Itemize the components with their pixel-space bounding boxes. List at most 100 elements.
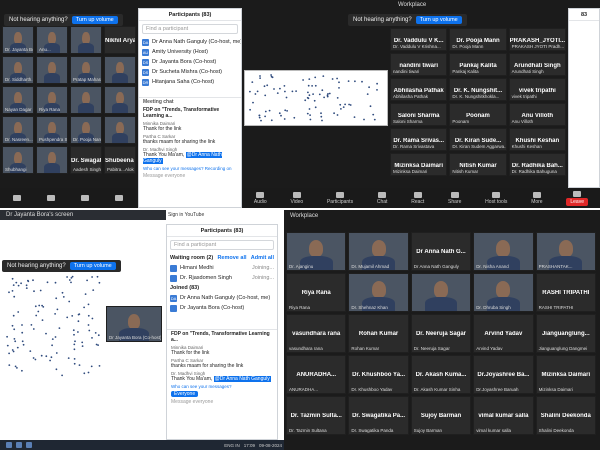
toolbar-chat-button[interactable]: Chat <box>377 191 387 205</box>
turn-up-volume-button[interactable]: Turn up volume <box>415 16 462 24</box>
participant-tile[interactable]: Poonam Poonam <box>449 103 507 126</box>
participant-tile[interactable]: Pratap Maharana <box>70 56 102 84</box>
participant-tile[interactable]: Dr. Vaddulu V K... Dr. Vaddulu V Krishna.… <box>390 28 448 51</box>
participant-tile[interactable]: Shubeena Kuttay Pabitra...Alok <box>104 146 136 174</box>
youtube-sign-in[interactable]: Sign in YouTube <box>168 212 204 218</box>
participant-tile[interactable] <box>104 56 136 84</box>
participant-tile[interactable]: Sujoy Barman Sujoy Barman <box>410 396 472 435</box>
participant-tile[interactable]: Rohan Kumar Rohan Kumar <box>348 314 409 353</box>
participant-tile[interactable]: Dr. Radhika Bah... Dr. Radhika Bahuguna <box>508 153 566 176</box>
participant-row[interactable]: AU Amity University (Host) <box>139 47 241 57</box>
toolbar-video-button[interactable]: Video <box>290 191 303 205</box>
participant-tile[interactable]: Dr. Swagatika P... Aadesh Singh <box>70 146 102 174</box>
participant-tile[interactable]: Riya Rana <box>36 86 68 114</box>
participant-row[interactable]: DS Dr Jayanta Bora (Co-host) <box>139 57 241 67</box>
toolbar-participants-button[interactable]: Participants <box>327 191 353 205</box>
participant-tile[interactable]: Dr. K. Nungshit... Dr. K. Nungshitkhokla.… <box>449 78 507 101</box>
participant-tile[interactable]: Dr. Jayanta Bora... <box>2 26 34 54</box>
participant-tile[interactable]: Jianguanglung... Jianguanglung Dangmei <box>535 314 596 353</box>
participant-tile[interactable] <box>36 56 68 84</box>
participant-tile[interactable] <box>104 86 136 114</box>
participant-tile[interactable]: Anu... <box>36 26 68 54</box>
turn-up-volume-button[interactable]: Turn up volume <box>71 16 118 24</box>
chat-button[interactable] <box>115 195 123 201</box>
participant-tile[interactable]: Khushi Keshan Khushi Keshan <box>508 128 566 151</box>
chat-input[interactable]: Message everyone <box>167 398 277 406</box>
participant-tile[interactable]: vasundhara rana vasundhara rana <box>286 314 347 353</box>
participant-tile[interactable]: Shalini Deekonda Shalini Deekonda <box>535 396 596 435</box>
participant-row[interactable]: Himani Medhi Joining... <box>167 263 277 273</box>
turn-up-volume-button[interactable]: Turn up volume <box>69 262 116 270</box>
toolbar-share-button[interactable]: Share <box>448 191 461 205</box>
participant-row[interactable]: DA Dr Anna Nath Ganguly (Co-host, me) <box>139 37 241 47</box>
participant-tile[interactable]: RASHI TRIPATHI RASHI TRIPATHI <box>535 273 596 312</box>
participant-tile[interactable]: Dr. Nisha Anand <box>473 232 534 271</box>
participant-tile[interactable]: Dr. Dhruba Singh <box>473 273 534 312</box>
participant-tile[interactable]: Arvind Yadav Arvind Yadav <box>473 314 534 353</box>
toolbar-host-tools-button[interactable]: Host tools <box>485 191 507 205</box>
audio-button[interactable] <box>13 195 21 201</box>
toolbar-audio-button[interactable]: Audio <box>254 191 267 205</box>
participant-tile[interactable]: Abhilasha Pathak Abhilasha Pathak <box>390 78 448 101</box>
participant-search-input[interactable]: Find a participant <box>170 240 274 250</box>
participant-tile[interactable]: Arundhati Singh Arundhati Singh <box>508 53 566 76</box>
participant-tile[interactable]: Dr. Swagatika Pa... Dr. Swagatika Panda <box>348 396 409 435</box>
participant-tile[interactable]: Dr Anna Nath G... Dr Anna Nath Ganguly <box>410 232 472 271</box>
participant-tile[interactable]: Dr. Nasreen... <box>2 116 34 144</box>
participant-tile[interactable]: Dr. Khushboo Ya... Dr. Khushboo Yadav <box>348 355 409 394</box>
chat-input[interactable]: Message everyone <box>139 172 241 180</box>
participant-tile[interactable]: vivek tripathi vivek tripathi <box>508 78 566 101</box>
participant-tile[interactable]: Dr. Tazmin Sulta... Dr. Tazmin Sultana <box>286 396 347 435</box>
participant-tile[interactable]: Nitish Kumar Nitish Kumar <box>449 153 507 176</box>
participant-tile[interactable]: Nikhil Arya <box>104 26 136 54</box>
video-button[interactable] <box>47 195 55 201</box>
participant-row[interactable]: DA Dr Anna Nath Ganguly (Co-host, me) <box>167 293 277 303</box>
participant-tile[interactable]: Dr. Akash Kuma... Dr. Akash Kumar Sinha <box>410 355 472 394</box>
participant-row[interactable]: Dr. Rjasdomen Singh Joining... <box>167 273 277 283</box>
participant-tile[interactable] <box>36 146 68 174</box>
participant-row[interactable]: Dr Jayanta Bora (Co-host) <box>167 303 277 313</box>
participant-tile[interactable]: vimal kumar salla vimal kumar salla <box>473 396 534 435</box>
participant-tile[interactable] <box>104 116 136 144</box>
participant-tile[interactable]: Dr. Pooja Nandan <box>70 116 102 144</box>
toolbar-react-button[interactable]: React <box>411 191 424 205</box>
participant-tile[interactable]: Dr. Ajanginu <box>286 232 347 271</box>
admit-all-button[interactable]: Admit all <box>251 255 274 261</box>
participant-tile[interactable]: Riya Rana Riya Rana <box>286 273 347 312</box>
participant-tile[interactable]: PRASHANTAK... <box>535 232 596 271</box>
toolbar-more-button[interactable]: More <box>531 191 543 205</box>
participant-tile[interactable]: Mizinksa Daimari Mizinksa Daimari <box>390 153 448 176</box>
app-icon[interactable] <box>16 442 22 448</box>
participant-tile[interactable]: Nayan Dagar <box>2 86 34 114</box>
participant-tile[interactable]: ANURADHA... ANURADHA... <box>286 355 347 394</box>
participant-tile[interactable]: Anu Villoth Anu Villoth <box>508 103 566 126</box>
participant-tile[interactable]: Pushpendra Singh Sajjan <box>36 116 68 144</box>
participant-tile[interactable]: Dr. Neeruja Sagar Dr. Neeruja Sagar <box>410 314 472 353</box>
participant-tile[interactable]: PRAKASH_JYOTI... PRAKASH JYOTI Pradh... <box>508 28 566 51</box>
participant-tile[interactable]: Dr. Kiran Sude... Dr. Kiran Sudem Aggarwa… <box>449 128 507 151</box>
participant-tile[interactable]: Dr. Mujamil Ahmad <box>348 232 409 271</box>
participant-tile[interactable]: Dr.Joyashree Ba... Dr.Joyashree Baruah <box>473 355 534 394</box>
participant-tile[interactable] <box>70 86 102 114</box>
remove-all-button[interactable]: Remove all <box>217 255 246 261</box>
participant-tile[interactable]: nandini tiwari nandini tiwari <box>390 53 448 76</box>
participant-search-input[interactable]: Find a participant <box>142 24 238 34</box>
participant-row[interactable]: DS Dr Sucheta Mishra (Co-host) <box>139 67 241 77</box>
start-icon[interactable] <box>6 442 12 448</box>
participants-button[interactable] <box>81 195 89 201</box>
toolbar-leave-button[interactable]: Leave <box>566 190 588 206</box>
recipient-everyone[interactable]: Everyone <box>171 391 199 397</box>
participant-row[interactable]: DR Hitanjana Saha (Co-host) <box>139 77 241 87</box>
app-icon[interactable] <box>26 442 32 448</box>
participant-tile[interactable]: Dr. Rama Srivas... Dr. Rama Srivastava <box>390 128 448 151</box>
participant-tile[interactable] <box>70 26 102 54</box>
recipient-selector[interactable]: Everyone <box>167 390 277 398</box>
participant-tile[interactable]: Mizinksa Daimari Mizinksa Daimari <box>535 355 596 394</box>
participant-tile[interactable]: Pankaj Kalita Pankaj Kalita <box>449 53 507 76</box>
participant-tile[interactable]: Dr. Pooja Mann Dr. Pooja Mann <box>449 28 507 51</box>
participant-tile[interactable]: Shubhangi <box>2 146 34 174</box>
participant-tile[interactable]: Saloni Sharma Saloni Sharma <box>390 103 448 126</box>
participant-tile[interactable]: Dr. Shehnaz Khan <box>348 273 409 312</box>
participant-tile[interactable] <box>410 273 472 312</box>
participant-tile[interactable]: Dr. Siddharth... <box>2 56 34 84</box>
